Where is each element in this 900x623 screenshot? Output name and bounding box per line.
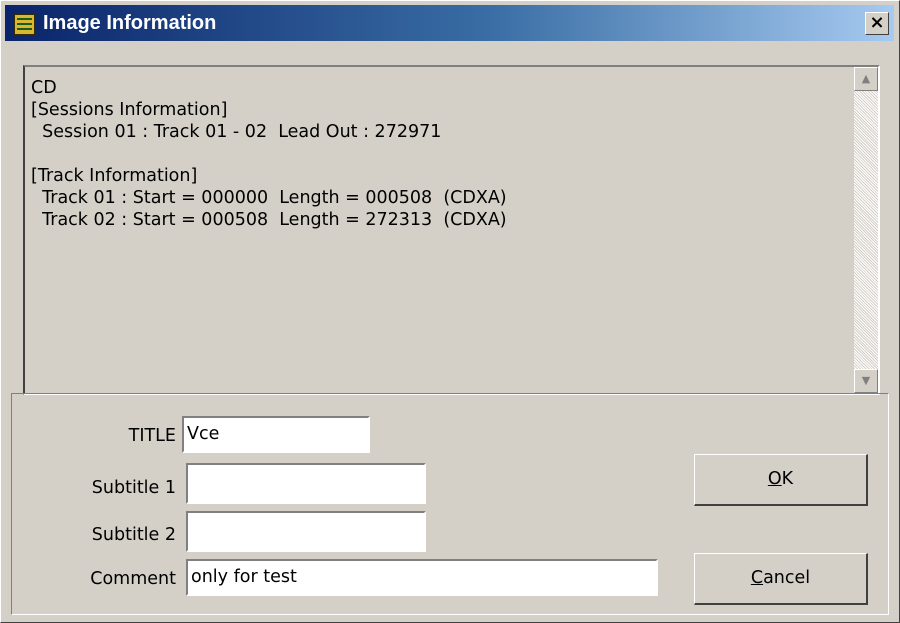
ok-label: K (781, 469, 794, 489)
image-information-dialog: Image Information × CD [Sessions Informa… (0, 0, 900, 623)
cancel-mnemonic: C (750, 568, 764, 588)
ok-mnemonic: O (767, 469, 782, 489)
subtitle2-label: Subtitle 2 (91, 525, 176, 545)
app-icon (14, 14, 35, 35)
form-panel: TITLE Vce Subtitle 1 Subtitle 2 Comment … (11, 393, 889, 615)
arrow-up-icon: ▲ (861, 72, 871, 85)
subtitle2-field[interactable] (186, 511, 426, 552)
title-bar[interactable]: Image Information × (5, 5, 894, 41)
arrow-down-icon: ▼ (861, 374, 871, 387)
info-text: CD [Sessions Information] Session 01 : T… (31, 77, 861, 231)
scroll-up-button[interactable]: ▲ (854, 67, 878, 91)
scroll-down-button[interactable]: ▼ (854, 369, 878, 393)
info-line: Session 01 : Track 01 - 02 Lead Out : 27… (31, 122, 442, 142)
title-label: TITLE (128, 426, 176, 446)
title-field[interactable]: Vce (182, 416, 370, 453)
cancel-button[interactable]: Cancel (694, 553, 868, 605)
ok-button[interactable]: OK (694, 454, 868, 506)
close-button[interactable]: × (865, 12, 889, 35)
subtitle1-label: Subtitle 1 (91, 478, 176, 498)
info-line: CD (31, 78, 57, 98)
window-title: Image Information (43, 12, 217, 34)
close-icon: × (869, 12, 885, 33)
vertical-scrollbar[interactable]: ▲ ▼ (854, 67, 878, 393)
info-line: Track 02 : Start = 000508 Length = 27231… (31, 210, 507, 230)
info-line: [Track Information] (31, 166, 198, 186)
image-info-textarea[interactable]: CD [Sessions Information] Session 01 : T… (23, 65, 880, 395)
info-line: Track 01 : Start = 000000 Length = 00050… (31, 188, 507, 208)
info-line: [Sessions Information] (31, 100, 228, 120)
comment-label: Comment (90, 569, 176, 589)
comment-field[interactable]: only for test (186, 559, 658, 596)
cancel-label: ancel (763, 568, 811, 588)
subtitle1-field[interactable] (186, 463, 426, 504)
